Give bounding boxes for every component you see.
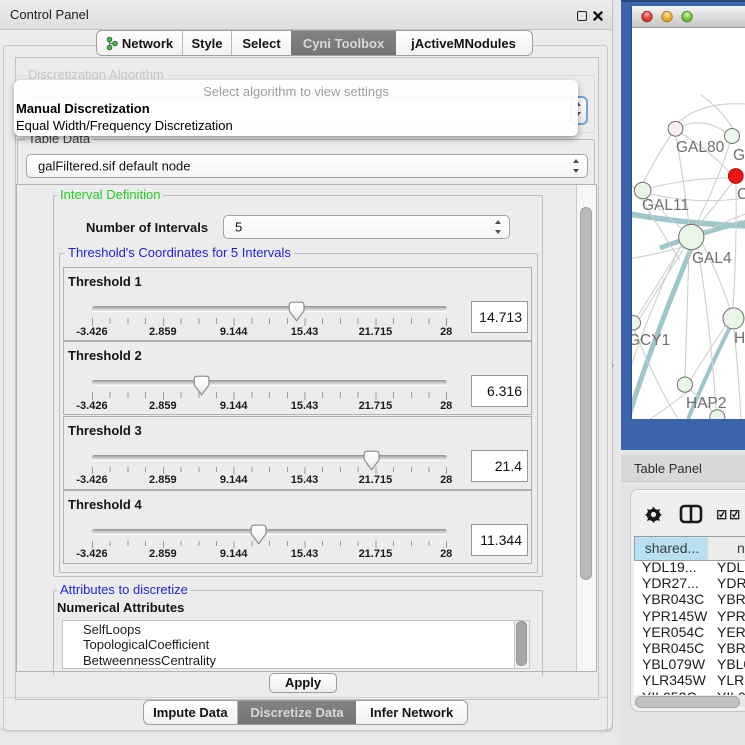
svg-text:C: C [737, 186, 745, 203]
svg-text:H: H [734, 330, 745, 347]
svg-text:GAL11: GAL11 [642, 197, 689, 214]
svg-text:HAP2: HAP2 [686, 395, 727, 412]
svg-text:GCY1: GCY1 [628, 332, 670, 349]
svg-text:GAL80: GAL80 [676, 139, 725, 156]
svg-text:GAL: GAL [733, 147, 745, 164]
svg-text:GAL4: GAL4 [692, 250, 732, 267]
